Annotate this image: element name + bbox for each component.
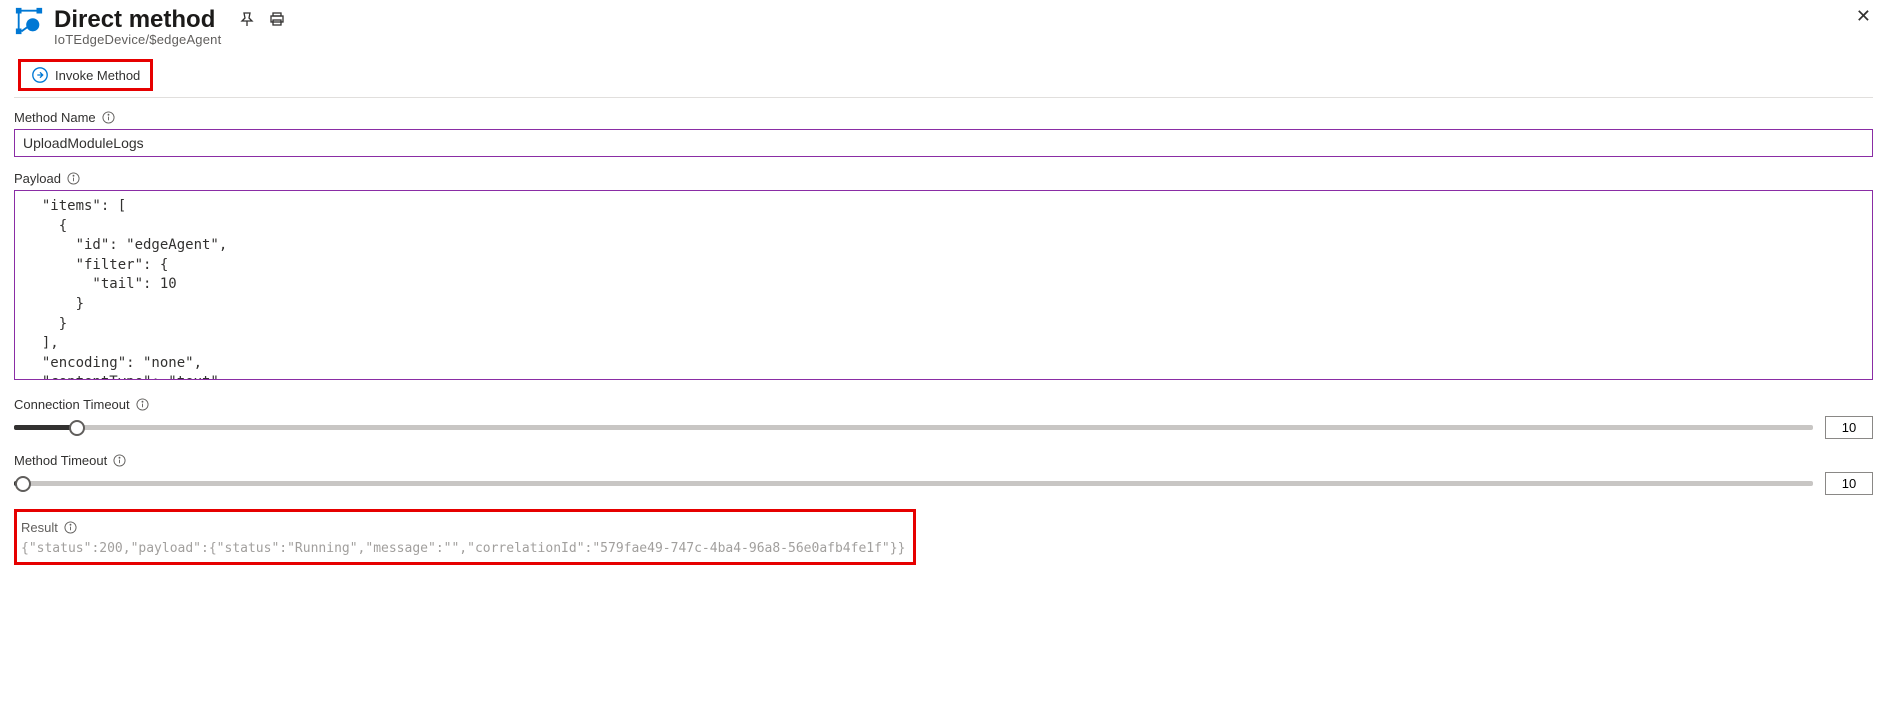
info-icon[interactable]	[136, 398, 149, 411]
breadcrumb: IoTEdgeDevice/$edgeAgent	[54, 32, 285, 47]
result-label: Result	[21, 520, 905, 535]
method-timeout-value[interactable]	[1825, 472, 1873, 495]
result-section: Result {"status":200,"payload":{"status"…	[17, 520, 905, 556]
info-icon[interactable]	[113, 454, 126, 467]
method-name-input[interactable]	[14, 129, 1873, 157]
info-icon[interactable]	[67, 172, 80, 185]
method-timeout-label: Method Timeout	[14, 453, 1873, 468]
page-title: Direct method	[54, 6, 215, 34]
method-name-label: Method Name	[14, 110, 1873, 125]
invoke-method-button[interactable]: Invoke Method	[27, 64, 144, 86]
print-icon[interactable]	[269, 11, 285, 30]
pin-icon[interactable]	[239, 11, 255, 30]
info-icon[interactable]	[102, 111, 115, 124]
connection-timeout-slider[interactable]	[14, 425, 1813, 430]
close-icon[interactable]: ✕	[1856, 6, 1871, 27]
method-timeout-slider[interactable]	[14, 481, 1813, 486]
connection-timeout-value[interactable]	[1825, 416, 1873, 439]
payload-label: Payload	[14, 171, 1873, 186]
result-text: {"status":200,"payload":{"status":"Runni…	[21, 541, 905, 556]
page-header: Direct method IoTEdgeDevice/$edgeAgent ✕	[14, 6, 1873, 47]
connection-timeout-label: Connection Timeout	[14, 397, 1873, 412]
payload-input[interactable]	[14, 190, 1873, 380]
toolbar: Invoke Method	[14, 53, 1873, 98]
invoke-method-label: Invoke Method	[55, 68, 140, 83]
direct-method-icon	[14, 6, 44, 39]
info-icon[interactable]	[64, 521, 77, 534]
